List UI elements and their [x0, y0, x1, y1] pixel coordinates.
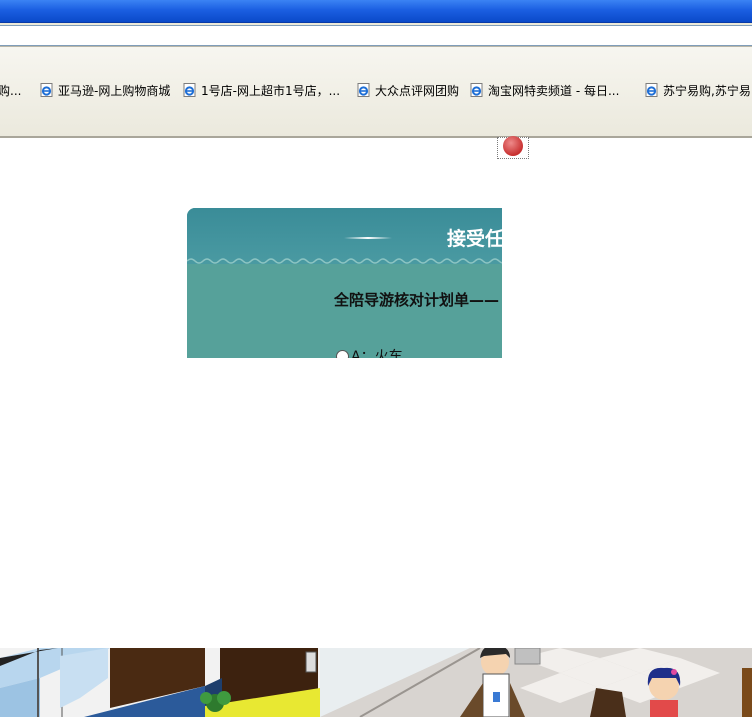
link-label: 苏宁易购,苏宁易 — [663, 83, 751, 98]
browser-title-bar — [0, 0, 752, 23]
ie-page-icon — [645, 83, 659, 97]
close-icon[interactable] — [497, 136, 529, 159]
links-row: 购... 亚马逊-网上购物商城 1号店-网上超市1号店，... 大众点评网团购 … — [0, 80, 752, 100]
radio-button[interactable] — [336, 349, 349, 358]
ie-page-icon — [183, 83, 197, 97]
link-item-partial[interactable]: 购... — [0, 80, 21, 100]
address-bar — [0, 23, 752, 47]
address-input[interactable] — [0, 25, 752, 46]
task-dialog: 接受任 全陪导游核对计划单—— A：火车 — [187, 208, 502, 358]
ie-page-icon — [470, 83, 484, 97]
link-item-amazon[interactable]: 亚马逊-网上购物商城 — [40, 80, 170, 100]
link-item-dianping[interactable]: 大众点评网团购 — [357, 80, 459, 100]
header-wave-decoration — [187, 258, 502, 264]
option-a[interactable]: A：火车 — [336, 346, 403, 358]
close-circle — [503, 136, 523, 156]
link-label: 亚马逊-网上购物商城 — [58, 83, 171, 98]
link-label: 淘宝网特卖频道 - 每日... — [488, 83, 620, 98]
link-label: 购... — [0, 83, 22, 98]
office-scene-art — [0, 648, 752, 717]
links-toolbar: 购... 亚马逊-网上购物商城 1号店-网上超市1号店，... 大众点评网团购 … — [0, 47, 752, 138]
ie-page-icon — [40, 83, 54, 97]
link-item-taobao[interactable]: 淘宝网特卖频道 - 每日... — [470, 80, 619, 100]
game-scene-illustration — [0, 648, 752, 717]
dialog-subtitle: 全陪导游核对计划单—— — [334, 291, 500, 309]
dialog-title: 接受任 — [447, 228, 502, 250]
header-divider — [344, 237, 392, 239]
ie-page-icon — [357, 83, 371, 97]
link-item-yhd[interactable]: 1号店-网上超市1号店，... — [183, 80, 340, 100]
link-label: 大众点评网团购 — [375, 83, 460, 98]
link-label: 1号店-网上超市1号店，... — [201, 83, 341, 98]
option-label: A：火车 — [351, 349, 403, 358]
link-item-suning[interactable]: 苏宁易购,苏宁易 — [645, 80, 751, 100]
